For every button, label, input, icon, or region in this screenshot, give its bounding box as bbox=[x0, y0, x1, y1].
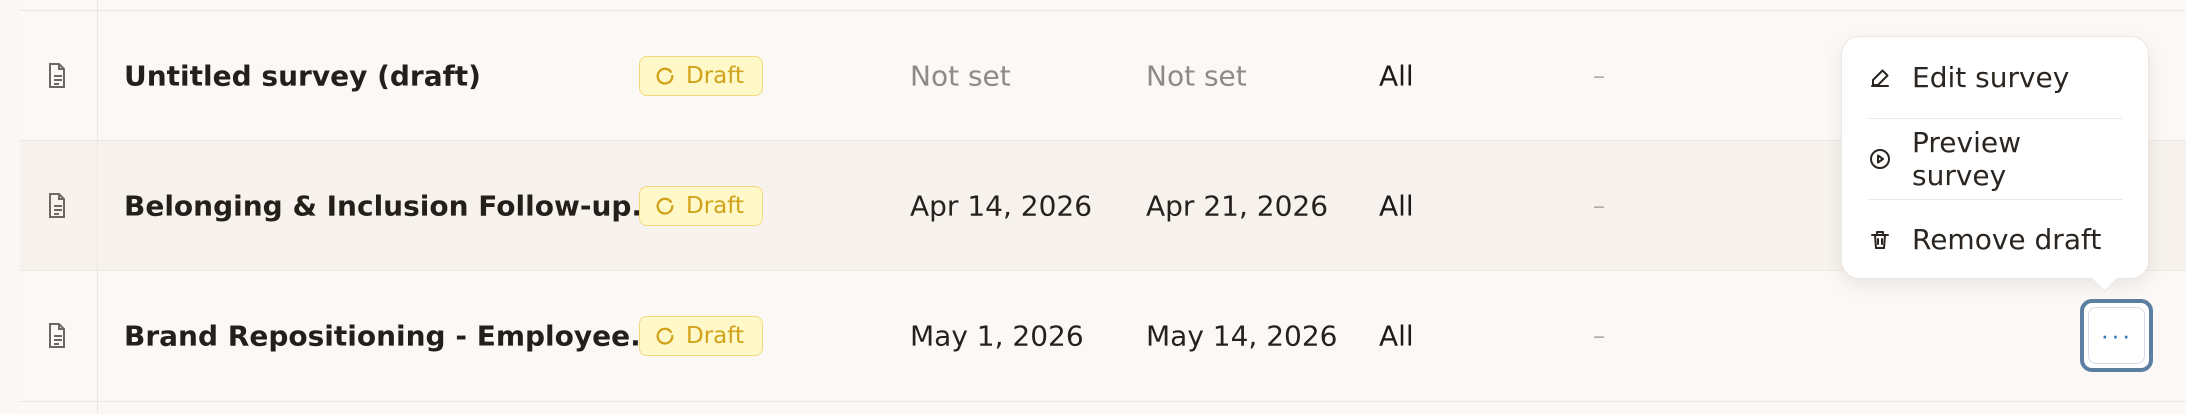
edit-survey-menu-item[interactable]: Edit survey bbox=[1868, 37, 2122, 118]
audience: All bbox=[1379, 59, 1414, 93]
responses-value: – bbox=[1593, 62, 1605, 90]
document-icon bbox=[49, 193, 65, 218]
status-badge-label: Draft bbox=[686, 63, 744, 89]
document-icon bbox=[49, 63, 65, 88]
survey-title[interactable]: Brand Repositioning - Employee... bbox=[124, 320, 662, 353]
start-date: Apr 14, 2026 bbox=[910, 189, 1093, 223]
survey-title[interactable]: Belonging & Inclusion Follow-up... bbox=[124, 190, 663, 223]
play-circle-icon bbox=[1870, 148, 1890, 169]
remove-draft-menu-item[interactable]: Remove draft bbox=[1868, 199, 2122, 280]
pencil-icon bbox=[1871, 69, 1889, 87]
responses-value: – bbox=[1593, 192, 1605, 220]
focus-ring bbox=[2088, 307, 2145, 364]
start-date: Not set bbox=[910, 59, 1011, 93]
table-row[interactable]: Brand Repositioning - Employee... Draft … bbox=[20, 270, 2186, 402]
end-date: May 14, 2026 bbox=[1146, 319, 1338, 353]
preview-survey-menu-item[interactable]: Preview survey bbox=[1868, 118, 2122, 199]
start-date: May 1, 2026 bbox=[910, 319, 1084, 353]
more-actions-button[interactable]: ··· bbox=[2080, 299, 2153, 372]
survey-title[interactable]: Untitled survey (draft) bbox=[124, 60, 481, 93]
preview-survey-label: Preview survey bbox=[1912, 125, 2021, 192]
remove-draft-label: Remove draft bbox=[1912, 223, 2102, 256]
edit-survey-label: Edit survey bbox=[1912, 61, 2070, 94]
draft-status-icon bbox=[656, 197, 674, 215]
end-date: Not set bbox=[1146, 59, 1247, 93]
status-badge: Draft bbox=[639, 56, 763, 96]
end-date: Apr 21, 2026 bbox=[1146, 189, 1329, 223]
document-icon bbox=[49, 323, 65, 348]
draft-status-icon bbox=[656, 327, 674, 345]
status-badge-label: Draft bbox=[686, 323, 744, 349]
table-divider bbox=[97, 0, 98, 414]
status-badge-label: Draft bbox=[686, 193, 744, 219]
responses-value: – bbox=[1593, 322, 1605, 350]
survey-list-panel: Untitled survey (draft) Draft Not set No… bbox=[20, 0, 2186, 414]
status-badge: Draft bbox=[639, 186, 763, 226]
audience: All bbox=[1379, 189, 1414, 223]
trash-icon bbox=[1871, 230, 1889, 249]
audience: All bbox=[1379, 319, 1414, 353]
row-actions-menu[interactable]: Edit survey Preview survey Remove draft bbox=[1841, 36, 2149, 279]
draft-status-icon bbox=[656, 67, 674, 85]
status-badge: Draft bbox=[639, 316, 763, 356]
